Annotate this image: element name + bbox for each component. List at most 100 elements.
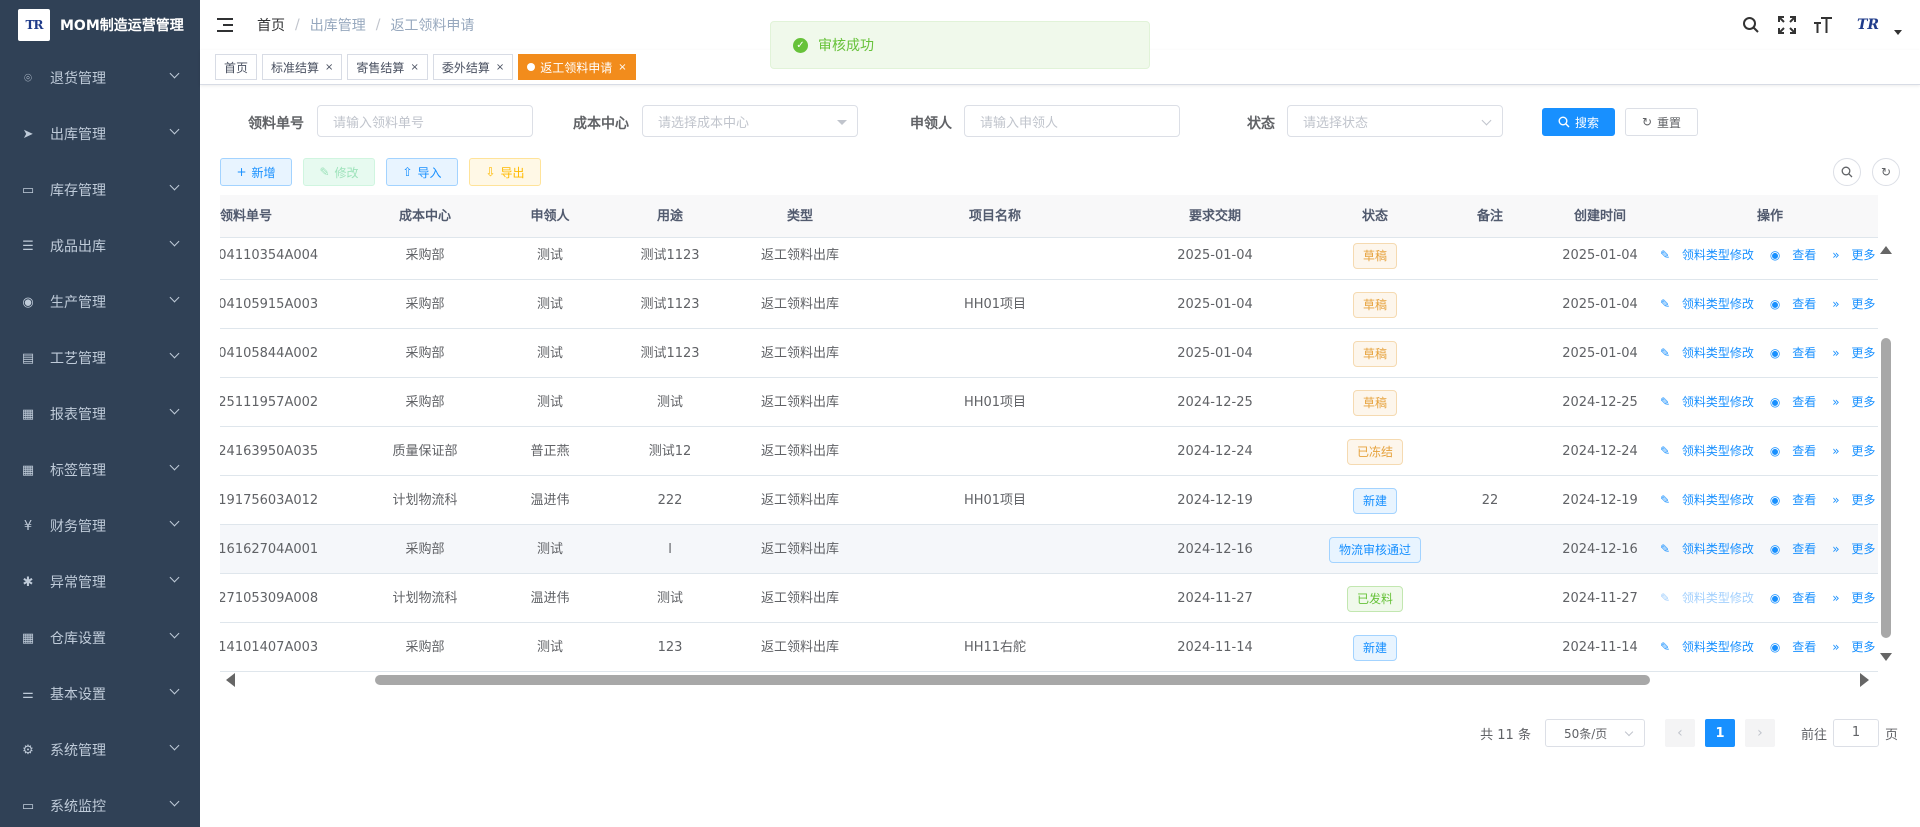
add-button[interactable]: + 新增 [220, 158, 292, 186]
sidebar-item[interactable]: ☰ 成品出库 [0, 218, 200, 274]
breadcrumb-home[interactable]: 首页 [257, 15, 285, 35]
sidebar-item[interactable]: ▦ 仓库设置 [0, 610, 200, 666]
edit-button[interactable]: ✎ 修改 [303, 158, 375, 186]
tab[interactable]: 标准结算 × [262, 54, 343, 80]
hamburger-icon[interactable] [217, 17, 235, 33]
more-link[interactable]: » 更多 [1832, 640, 1878, 654]
more-link[interactable]: » 更多 [1832, 248, 1878, 262]
table-row[interactable]: 114101407A003 采购部 测试 123 返工领料出库 HH11右舵 2024-11… [220, 623, 1878, 672]
view-label: 查看 [1792, 248, 1817, 262]
more-link[interactable]: » 更多 [1832, 542, 1878, 556]
table-row[interactable]: 104105844A002 采购部 测试 测试1123 返工领料出库 2025-01-04… [220, 329, 1878, 378]
more-link[interactable]: » 更多 [1832, 444, 1878, 458]
edit-type-link[interactable]: ✎ 领料类型修改 [1660, 591, 1762, 605]
goto-page-input[interactable]: 1 [1832, 719, 1879, 747]
reset-button[interactable]: ↻ 重置 [1625, 108, 1698, 136]
edit-type-link[interactable]: ✎ 领料类型修改 [1660, 395, 1762, 409]
applicant-cell: 测试 [536, 542, 563, 557]
import-button[interactable]: ⇧ 导入 [386, 158, 458, 186]
close-icon[interactable]: × [410, 62, 418, 73]
avatar[interactable]: TR [1848, 12, 1888, 38]
applicant-input[interactable]: 请输入申领人 [964, 105, 1180, 137]
page-number[interactable]: 1 [1704, 719, 1735, 747]
code-input[interactable]: 请输入领料单号 [317, 105, 533, 137]
sidebar-item[interactable]: ▦ 报表管理 [0, 386, 200, 442]
tab[interactable]: 委外结算 × [432, 54, 514, 80]
more-link[interactable]: » 更多 [1832, 591, 1878, 605]
next-page-button[interactable]: › [1744, 719, 1775, 747]
view-link[interactable]: ◉ 查看 [1770, 444, 1824, 458]
view-link[interactable]: ◉ 查看 [1770, 248, 1824, 262]
status-select[interactable]: 请选择状态 [1287, 105, 1503, 137]
edit-type-link[interactable]: ✎ 领料类型修改 [1660, 297, 1762, 311]
sidebar-item[interactable]: ⚙ 系统管理 [0, 722, 200, 778]
view-link[interactable]: ◉ 查看 [1770, 297, 1824, 311]
sidebar-item[interactable]: ¥ 财务管理 [0, 498, 200, 554]
sidebar-item[interactable]: ⚌ 基本设置 [0, 666, 200, 722]
more-link[interactable]: » 更多 [1832, 493, 1878, 507]
table-row[interactable]: 219175603A012 计划物流科 温进伟 222 返工领料出库 HH01项目 2024… [220, 476, 1878, 525]
view-label: 查看 [1792, 297, 1817, 311]
remark-cell [1440, 525, 1540, 574]
close-icon[interactable]: × [618, 62, 626, 73]
edit-type-link[interactable]: ✎ 领料类型修改 [1660, 640, 1762, 654]
edit-type-link[interactable]: ✎ 领料类型修改 [1660, 248, 1762, 262]
tab[interactable]: 寄售结算 × [347, 54, 428, 80]
view-link[interactable]: ◉ 查看 [1770, 591, 1824, 605]
sidebar-item[interactable]: ▭ 系统监控 [0, 778, 200, 827]
export-button[interactable]: ⇩ 导出 [469, 158, 541, 186]
more-link[interactable]: » 更多 [1832, 346, 1878, 360]
view-link[interactable]: ◉ 查看 [1770, 395, 1824, 409]
sidebar-item[interactable]: ▤ 工艺管理 [0, 330, 200, 386]
sidebar-item[interactable]: ▭ 库存管理 [0, 162, 200, 218]
table-row[interactable]: 104105915A003 采购部 测试 测试1123 返工领料出库 HH01项目 2025… [220, 280, 1878, 329]
double-chevron-icon: » [1832, 346, 1844, 360]
edit-type-link[interactable]: ✎ 领料类型修改 [1660, 493, 1762, 507]
more-link[interactable]: » 更多 [1832, 297, 1878, 311]
vertical-scrollbar[interactable] [1878, 238, 1892, 661]
gear-icon: ⚙ [22, 742, 34, 758]
table-row[interactable]: 225111957A002 采购部 测试 测试 返工领料出库 HH01项目 2024-12-… [220, 378, 1878, 427]
scrollbar-thumb[interactable] [1881, 338, 1891, 638]
close-icon[interactable]: × [496, 62, 504, 73]
table-row[interactable]: 224163950A035 质量保证部 普正燕 测试12 返工领料出库 2024-12-2… [220, 427, 1878, 476]
view-link[interactable]: ◉ 查看 [1770, 640, 1824, 654]
scroll-right-icon[interactable] [1860, 673, 1869, 687]
view-link[interactable]: ◉ 查看 [1770, 493, 1824, 507]
table-row[interactable]: 216162704A001 采购部 测试 l 返工领料出库 2024-12-16 物流审核通… [220, 525, 1878, 574]
more-link[interactable]: » 更多 [1832, 395, 1878, 409]
close-icon[interactable]: × [325, 62, 333, 73]
chevron-down-icon[interactable] [1894, 29, 1902, 35]
view-link[interactable]: ◉ 查看 [1770, 542, 1824, 556]
sidebar-item[interactable]: ◉ 生产管理 [0, 274, 200, 330]
refresh-button[interactable]: ↻ [1872, 158, 1900, 186]
search-icon[interactable] [1740, 14, 1762, 36]
sidebar-item[interactable]: ✱ 异常管理 [0, 554, 200, 610]
page-size-select[interactable]: 50条/页 [1544, 719, 1645, 747]
sidebar-item[interactable]: ➤ 出库管理 [0, 106, 200, 162]
table-row[interactable]: 127105309A008 计划物流科 温进伟 测试 返工领料出库 2024-11-27 已… [220, 574, 1878, 623]
scroll-left-icon[interactable] [226, 673, 235, 687]
prev-page-button[interactable]: ‹ [1664, 719, 1695, 747]
search-button[interactable]: 搜索 [1542, 108, 1615, 136]
table-row[interactable]: 104110354A004 采购部 测试 测试1123 返工领料出库 2025-01-04… [220, 231, 1878, 280]
view-link[interactable]: ◉ 查看 [1770, 346, 1824, 360]
more-label: 更多 [1851, 542, 1876, 556]
tab[interactable]: 首页 [215, 54, 258, 80]
edit-type-link[interactable]: ✎ 领料类型修改 [1660, 542, 1762, 556]
sidebar-item[interactable]: ⌾ 退货管理 [0, 50, 200, 106]
scroll-down-icon[interactable] [1880, 653, 1892, 661]
logo[interactable]: TR MOM制造运营管理 [0, 0, 200, 50]
scrollbar-thumb[interactable] [375, 675, 1650, 685]
sidebar-item[interactable]: ▦ 标签管理 [0, 442, 200, 498]
edit-type-link[interactable]: ✎ 领料类型修改 [1660, 444, 1762, 458]
fullscreen-icon[interactable] [1776, 14, 1798, 36]
edit-type-link[interactable]: ✎ 领料类型修改 [1660, 346, 1762, 360]
toggle-search-button[interactable] [1833, 158, 1861, 186]
font-size-icon[interactable] [1812, 14, 1834, 36]
scroll-up-icon[interactable] [1880, 246, 1892, 254]
cost-center-select[interactable]: 请选择成本中心 [642, 105, 858, 137]
horizontal-scrollbar[interactable] [220, 670, 1878, 690]
tab[interactable]: 返工领料申请 × [518, 54, 636, 80]
status-cell: 已发料 [1310, 574, 1440, 623]
